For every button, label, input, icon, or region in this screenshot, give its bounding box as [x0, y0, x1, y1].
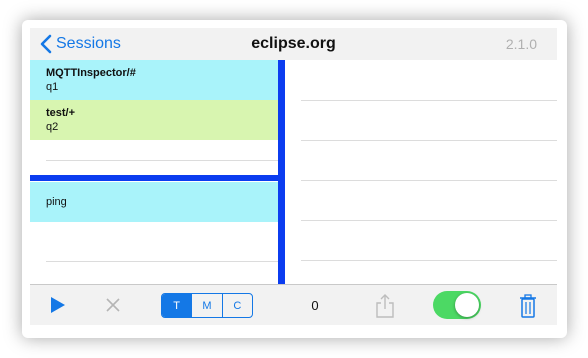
messages-panel: [285, 60, 557, 284]
subscription-topic: MQTTInspector/#: [46, 67, 136, 79]
row-divider: [301, 180, 557, 181]
segment-c[interactable]: C: [221, 294, 252, 317]
row-divider: [301, 100, 557, 101]
subscription-qos: q1: [46, 81, 59, 93]
page-title: eclipse.org: [251, 35, 336, 52]
subscription-item[interactable]: MQTTInspector/# q1: [30, 60, 278, 100]
clear-button[interactable]: [103, 295, 123, 315]
publication-label: ping: [46, 196, 67, 208]
version-label: 2.1.0: [505, 36, 537, 52]
segment-t[interactable]: T: [162, 294, 192, 317]
navigation-bar: Sessions eclipse.org 2.1.0: [30, 28, 557, 61]
play-icon: [51, 297, 65, 313]
subscription-qos: q2: [46, 121, 59, 133]
publication-item[interactable]: ping: [30, 182, 278, 222]
subscribe-toggle[interactable]: [433, 291, 481, 319]
app-screen: Sessions eclipse.org 2.1.0 MQTTInspector…: [30, 28, 557, 325]
toggle-knob: [455, 293, 479, 317]
trash-icon: [520, 294, 536, 318]
row-divider: [301, 220, 557, 221]
subscription-topic: test/+: [46, 107, 76, 119]
delete-button[interactable]: [517, 292, 539, 320]
subscription-item[interactable]: test/+ q2: [30, 100, 278, 140]
row-divider: [301, 260, 557, 261]
view-mode-segmented-control[interactable]: T M C: [161, 293, 253, 318]
close-icon: [106, 298, 120, 312]
row-divider: [46, 160, 278, 161]
horizontal-separator[interactable]: [30, 175, 278, 181]
play-button[interactable]: [48, 295, 68, 315]
share-button[interactable]: [373, 292, 397, 320]
row-divider: [46, 261, 278, 262]
left-panel: MQTTInspector/# q1 test/+ q2 ping: [30, 60, 278, 284]
message-count: 0: [311, 298, 319, 313]
share-icon: [376, 294, 394, 318]
vertical-separator[interactable]: [278, 60, 285, 284]
row-divider: [301, 140, 557, 141]
bottom-toolbar: T M C 0: [30, 284, 557, 325]
segment-m[interactable]: M: [191, 294, 221, 317]
